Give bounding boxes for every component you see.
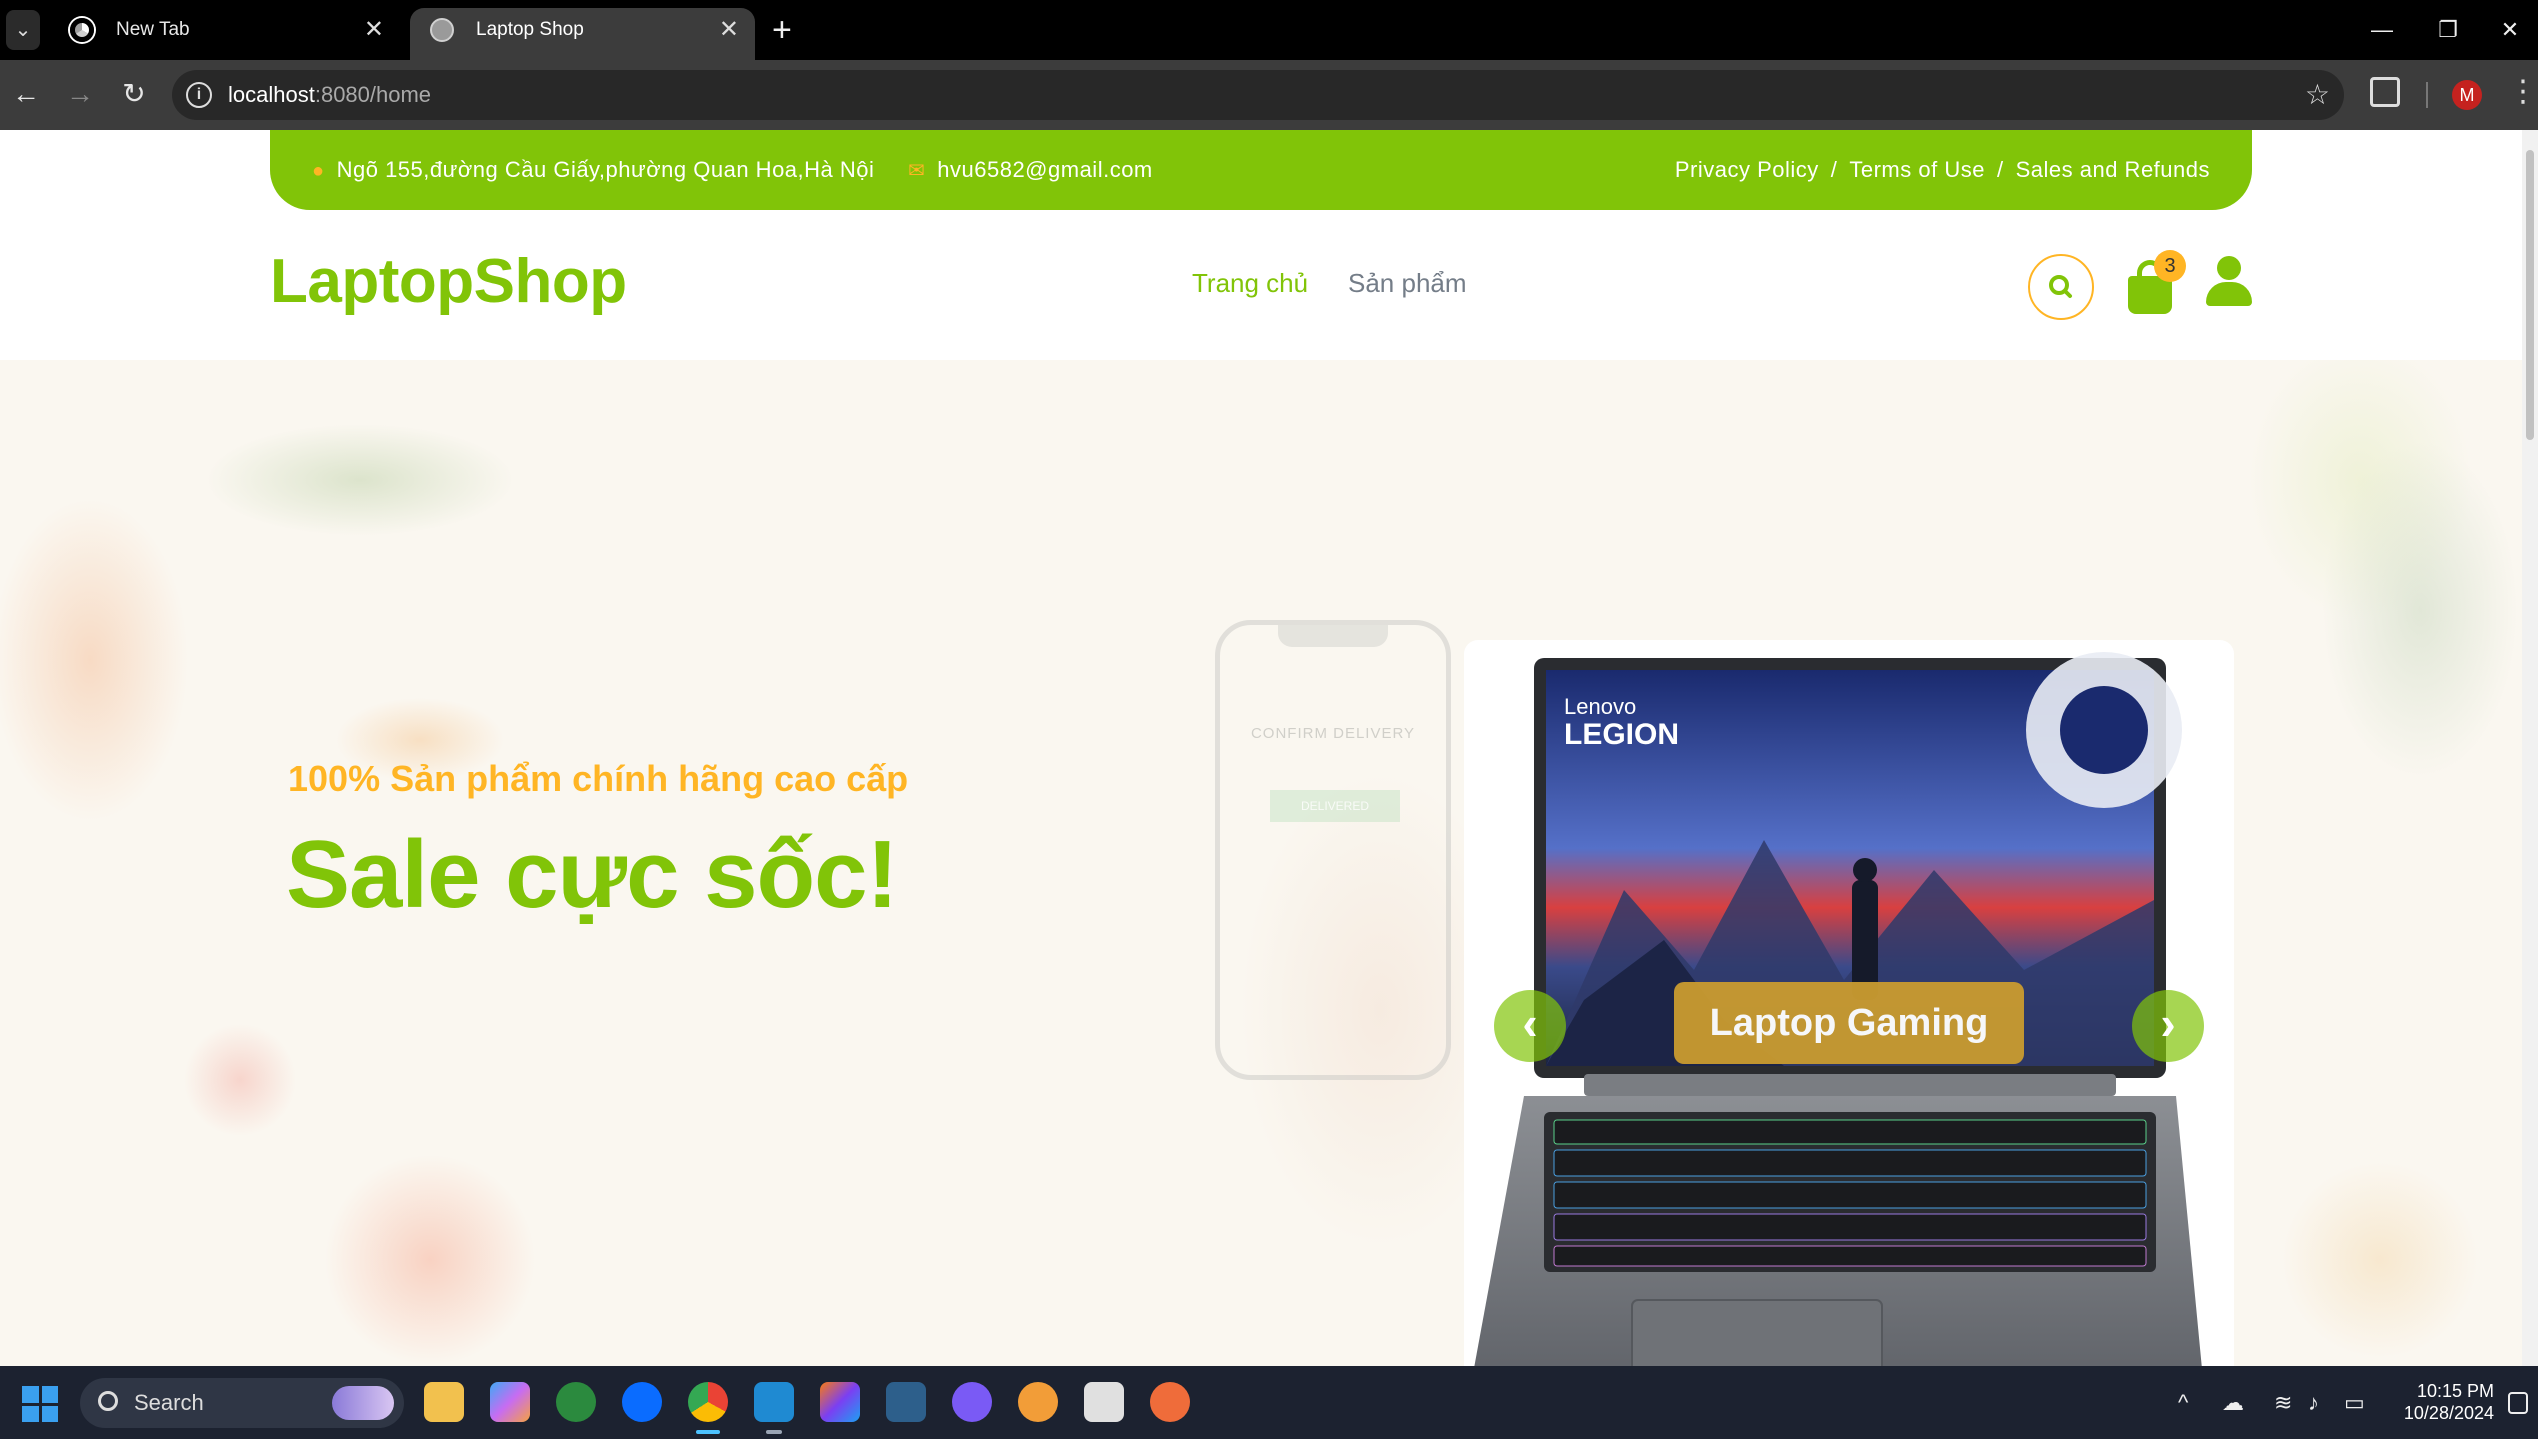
user-icon — [2217, 256, 2241, 280]
restore-button[interactable]: ❐ — [2418, 6, 2478, 54]
taskbar-search[interactable]: Search — [80, 1378, 404, 1428]
clock-time: 10:15 PM — [2416, 1381, 2494, 1401]
tab-search-button[interactable]: ⌄ — [6, 10, 40, 50]
browser-menu-icon[interactable]: ⋮ — [2508, 72, 2538, 112]
address-info: ● Ngõ 155,đường Cầu Giấy,phường Quan Hoa,… — [312, 130, 874, 211]
obsidian-icon[interactable] — [952, 1382, 992, 1422]
link-separator: / — [1830, 157, 1838, 182]
email-text: hvu6582@gmail.com — [937, 157, 1153, 182]
tab-title: Laptop Shop — [476, 19, 584, 40]
search-highlight-icon — [332, 1386, 394, 1420]
globe-icon — [430, 18, 454, 42]
url-text[interactable]: localhost:8080/home — [228, 70, 431, 120]
carousel-prev-button[interactable]: ‹ — [1494, 990, 1566, 1062]
browser-tab-strip: ⌄ New Tab ✕ Laptop Shop ✕ + — ❐ ✕ — [0, 0, 2538, 60]
browser-toolbar: ← → ↻ i localhost:8080/home ☆ M ⋮ — [0, 60, 2538, 130]
site-info-icon[interactable]: i — [186, 82, 212, 108]
search-icon — [98, 1391, 118, 1411]
tab-new-tab[interactable]: New Tab ✕ — [50, 8, 400, 60]
phone-button-graphic: DELIVERED — [1270, 790, 1400, 822]
windows-start-icon[interactable] — [22, 1386, 58, 1422]
account-button[interactable] — [2206, 256, 2252, 308]
phone-notch — [1278, 625, 1388, 647]
forward-button[interactable]: → — [60, 74, 100, 114]
search-icon — [2049, 275, 2072, 298]
tab-title: New Tab — [116, 19, 190, 40]
taskbar-search-label: Search — [134, 1390, 204, 1415]
system-clock[interactable]: 10:15 PM 10/28/2024 — [2392, 1380, 2494, 1424]
address-text: Ngõ 155,đường Cầu Giấy,phường Quan Hoa,H… — [336, 157, 875, 182]
background-phone: CONFIRM DELIVERY DELIVERED — [1215, 620, 1451, 1080]
laptop-brand-text: Lenovo — [1564, 694, 1636, 719]
extensions-icon[interactable] — [2370, 77, 2400, 107]
bookmark-star-icon[interactable]: ☆ — [2305, 70, 2330, 120]
notification-bell-icon[interactable] — [2508, 1392, 2528, 1414]
close-tab-icon[interactable]: ✕ — [719, 8, 739, 52]
site-logo[interactable]: LaptopShop — [270, 246, 627, 317]
top-info-bar: ● Ngõ 155,đường Cầu Giấy,phường Quan Hoa,… — [270, 130, 2252, 210]
copilot-icon[interactable] — [490, 1382, 530, 1422]
chrome-icon — [70, 18, 94, 42]
toolbar-divider — [2426, 82, 2428, 108]
terms-of-use-link[interactable]: Terms of Use — [1849, 157, 1985, 182]
product-carousel: Lenovo LEGION Laptop Gaming ‹ › — [1464, 640, 2234, 1366]
policy-links: Privacy Policy / Terms of Use / Sales and Re… — [1675, 130, 2210, 210]
volume-icon[interactable]: ♪ — [2308, 1366, 2319, 1439]
reload-button[interactable]: ↻ — [114, 74, 154, 114]
link-separator: / — [1996, 157, 2004, 182]
cart-count-badge: 3 — [2154, 250, 2186, 282]
show-hidden-icons[interactable]: ^ — [2178, 1366, 2188, 1439]
phone-text: CONFIRM DELIVERY — [1250, 725, 1416, 742]
onedrive-icon[interactable]: ☁ — [2222, 1366, 2244, 1439]
battery-icon[interactable]: ▭ — [2344, 1366, 2365, 1439]
privacy-policy-link[interactable]: Privacy Policy — [1675, 157, 1819, 182]
wifi-icon[interactable]: ≋ — [2274, 1366, 2292, 1439]
mysql-workbench-icon[interactable] — [886, 1382, 926, 1422]
envelope-icon: ✉ — [908, 160, 926, 182]
chrome-icon[interactable] — [688, 1382, 728, 1434]
laptop-model-text: LEGION — [1564, 718, 1679, 751]
user-icon-body — [2206, 282, 2252, 306]
scrollbar-thumb[interactable] — [2526, 150, 2534, 440]
carousel-next-button[interactable]: › — [2132, 990, 2204, 1062]
snipping-tool-icon[interactable] — [1084, 1382, 1124, 1422]
close-tab-icon[interactable]: ✕ — [364, 8, 384, 52]
hero-title: Sale cực sốc! — [286, 821, 899, 928]
nav-products[interactable]: Sản phẩm — [1348, 268, 1467, 299]
tab-laptop-shop[interactable]: Laptop Shop ✕ — [410, 8, 755, 60]
cart-button[interactable]: 3 — [2128, 250, 2186, 316]
new-tab-button[interactable]: + — [772, 6, 792, 54]
page-scrollbar[interactable] — [2522, 130, 2538, 1366]
hero-section: CONFIRM DELIVERY DELIVERED 100% Sản phẩm… — [0, 360, 2522, 1366]
page-viewport: ● Ngõ 155,đường Cầu Giấy,phường Quan Hoa,… — [0, 130, 2538, 1366]
zalo-icon[interactable] — [622, 1382, 662, 1422]
profile-avatar[interactable]: M — [2452, 80, 2482, 110]
search-button[interactable] — [2028, 254, 2094, 320]
clock-date: 10/28/2024 — [2403, 1403, 2494, 1423]
mongodb-icon[interactable] — [556, 1382, 596, 1422]
minimize-button[interactable]: — — [2352, 6, 2412, 54]
site-header: LaptopShop Trang chủ Sản phẩm 3 — [0, 210, 2522, 360]
address-bar[interactable]: i localhost:8080/home ☆ — [172, 70, 2344, 120]
sales-refunds-link[interactable]: Sales and Refunds — [2016, 157, 2210, 182]
hero-subtitle: 100% Sản phẩm chính hãng cao cấp — [288, 758, 909, 799]
file-explorer-icon[interactable] — [424, 1382, 464, 1422]
shopping-bag-body — [2128, 276, 2172, 314]
email-info: ✉ hvu6582@gmail.com — [908, 130, 1153, 211]
postman-like-icon[interactable] — [1018, 1382, 1058, 1422]
swagger-icon[interactable] — [1150, 1382, 1190, 1422]
windows-taskbar: Search ^ ☁ ≋ ♪ ▭ 10:15 PM 10/28/2024 — [0, 1366, 2538, 1439]
carousel-caption: Laptop Gaming — [1674, 982, 2024, 1064]
vscode-icon[interactable] — [754, 1382, 794, 1434]
intellij-icon[interactable] — [820, 1382, 860, 1422]
map-marker-icon: ● — [312, 160, 325, 182]
close-window-button[interactable]: ✕ — [2480, 6, 2538, 54]
nav-home[interactable]: Trang chủ — [1192, 268, 1308, 299]
back-button[interactable]: ← — [6, 74, 46, 114]
